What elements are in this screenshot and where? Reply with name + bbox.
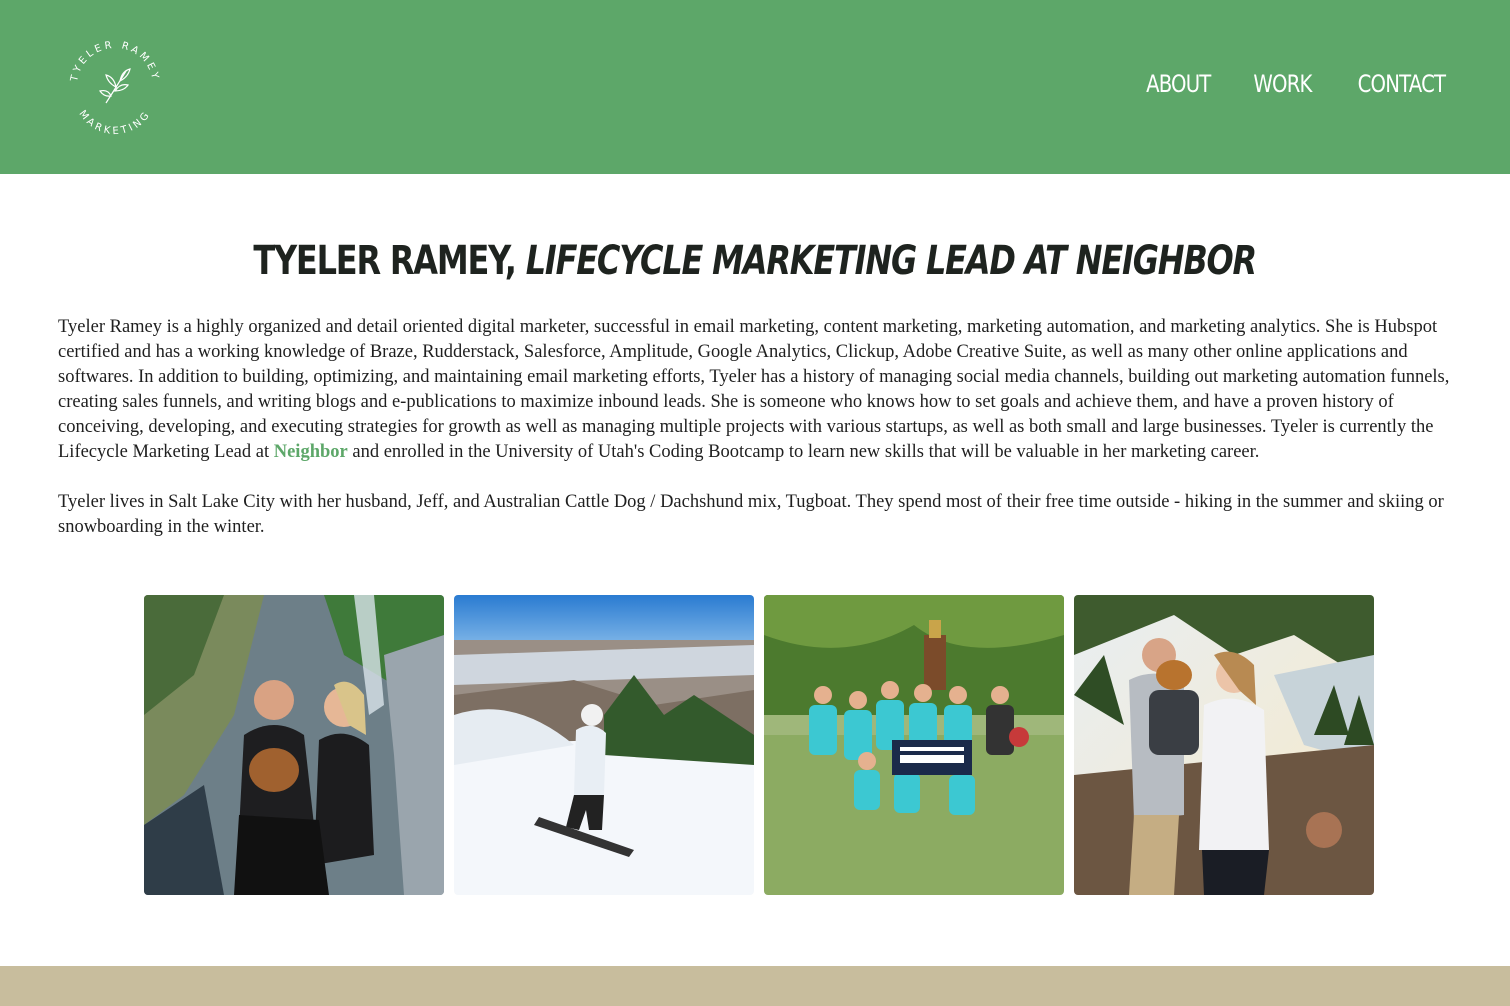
main-nav: ABOUT WORK CONTACT [1139, 70, 1455, 98]
bio-paragraph-1: Tyeler Ramey is a highly organized and d… [58, 315, 1468, 465]
svg-text:MARKETING: MARKETING [77, 108, 154, 137]
bio-section: Tyeler Ramey is a highly organized and d… [58, 315, 1468, 565]
nav-work-link[interactable]: WORK [1254, 70, 1313, 98]
nav-contact-link[interactable]: CONTACT [1358, 70, 1446, 98]
logo-badge: TYELER RAMEY MARKETING [69, 40, 161, 137]
neighbor-link[interactable]: Neighbor [274, 442, 348, 462]
bio-paragraph-2: Tyeler lives in Salt Lake City with her … [58, 492, 1444, 537]
logo-top-text: TYELER RAMEY [69, 40, 158, 84]
photo-hiking-waterfall[interactable] [144, 595, 444, 895]
title-name: TYELER RAMEY, [253, 238, 518, 284]
bio-p1-text-cont: and enrolled in the University of Utah's… [352, 442, 1260, 462]
leaf-branch-icon [99, 68, 131, 104]
nav-about-link[interactable]: ABOUT [1146, 70, 1211, 98]
photo-league-champions[interactable] [764, 595, 1064, 895]
site-header: TYELER RAMEY MARKETING ABOUT WORK CONTAC… [0, 0, 1510, 174]
photo-gallery [144, 595, 1374, 895]
title-role: LIFECYCLE MARKETING LEAD AT NEIGHBOR [526, 238, 1257, 284]
site-footer [0, 966, 1510, 1006]
logo[interactable]: TYELER RAMEY MARKETING [60, 31, 170, 141]
svg-text:TYELER RAMEY: TYELER RAMEY [69, 40, 161, 84]
page-title: TYELER RAMEY, LIFECYCLE MARKETING LEAD A… [0, 238, 1510, 284]
logo-bottom-text: MARKETING [77, 108, 151, 137]
photo-snowboarding[interactable] [454, 595, 754, 895]
bio-p1-text: Tyeler Ramey is a highly organized and d… [58, 317, 1450, 462]
photo-hiking-with-dog[interactable] [1074, 595, 1374, 895]
